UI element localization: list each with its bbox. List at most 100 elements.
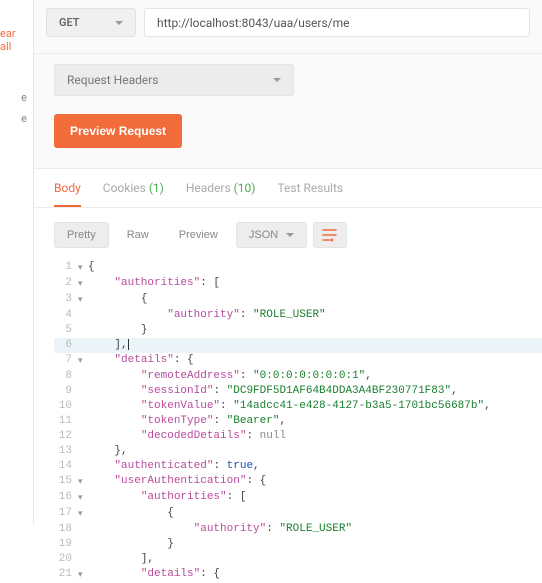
code-text: { bbox=[88, 292, 147, 308]
code-line[interactable]: 19 } bbox=[54, 537, 542, 552]
code-line[interactable]: 12 "decodedDetails": null bbox=[54, 429, 542, 444]
code-line[interactable]: 3▾ { bbox=[54, 292, 542, 308]
fold-arrow-icon bbox=[78, 414, 88, 429]
code-text: "authorities": [ bbox=[88, 276, 220, 292]
fold-arrow-icon[interactable]: ▾ bbox=[78, 353, 88, 369]
code-text: "userAuthentication": { bbox=[88, 474, 266, 490]
line-number: 14 bbox=[54, 459, 78, 474]
fold-arrow-icon bbox=[78, 522, 88, 537]
fold-arrow-icon bbox=[78, 369, 88, 384]
tab-cookies-label: Cookies bbox=[103, 181, 146, 195]
code-line[interactable]: 11 "tokenType": "Bearer", bbox=[54, 414, 542, 429]
code-line[interactable]: 20 ], bbox=[54, 552, 542, 567]
fold-arrow-icon[interactable]: ▾ bbox=[78, 292, 88, 308]
code-text: "details": { bbox=[88, 567, 220, 583]
code-text: "details": { bbox=[88, 353, 194, 369]
code-line[interactable]: 7▾ "details": { bbox=[54, 353, 542, 369]
url-input[interactable]: http://localhost:8043/uaa/users/me bbox=[144, 8, 530, 37]
fold-arrow-icon[interactable]: ▾ bbox=[78, 276, 88, 292]
code-line[interactable]: 21▾ "details": { bbox=[54, 567, 542, 583]
raw-button[interactable]: Raw bbox=[115, 223, 161, 247]
pretty-button[interactable]: Pretty bbox=[54, 222, 109, 248]
code-line[interactable]: 15▾ "userAuthentication": { bbox=[54, 474, 542, 490]
fold-arrow-icon bbox=[78, 384, 88, 399]
left-sidebar-fragment: ear all e e bbox=[0, 0, 34, 525]
code-line[interactable]: 1▾{ bbox=[54, 260, 542, 276]
sidebar-fragment-2: e bbox=[21, 112, 27, 125]
code-text: ], bbox=[88, 552, 154, 567]
code-line[interactable]: 10 "tokenValue": "14adcc41-e428-4127-b3a… bbox=[54, 399, 542, 414]
fold-arrow-icon bbox=[78, 537, 88, 552]
tab-headers[interactable]: Headers (10) bbox=[186, 181, 256, 207]
code-line[interactable]: 17▾ { bbox=[54, 506, 542, 522]
fold-arrow-icon bbox=[78, 459, 88, 474]
code-text: { bbox=[88, 506, 174, 522]
request-bar: GET http://localhost:8043/uaa/users/me bbox=[34, 0, 542, 54]
http-method-select[interactable]: GET bbox=[46, 8, 136, 37]
clear-all-link[interactable]: ear all bbox=[0, 27, 29, 53]
fold-arrow-icon bbox=[78, 429, 88, 444]
wrap-icon bbox=[322, 228, 338, 242]
preview-request-button[interactable]: Preview Request bbox=[54, 114, 182, 148]
line-number: 2 bbox=[54, 276, 78, 292]
code-text: }, bbox=[88, 444, 128, 459]
line-number: 20 bbox=[54, 552, 78, 567]
tab-cookies[interactable]: Cookies (1) bbox=[103, 181, 164, 207]
fold-arrow-icon bbox=[78, 399, 88, 414]
request-headers-label: Request Headers bbox=[67, 73, 159, 87]
line-number: 21 bbox=[54, 567, 78, 583]
line-number: 15 bbox=[54, 474, 78, 490]
tab-test-results[interactable]: Test Results bbox=[277, 181, 343, 207]
fold-arrow-icon[interactable]: ▾ bbox=[78, 490, 88, 506]
code-line[interactable]: 5 } bbox=[54, 323, 542, 338]
preview-mode-button[interactable]: Preview bbox=[167, 223, 230, 247]
http-method-label: GET bbox=[59, 16, 80, 29]
line-number: 13 bbox=[54, 444, 78, 459]
code-line[interactable]: 4 "authority": "ROLE_USER" bbox=[54, 308, 542, 323]
code-line[interactable]: 18 "authority": "ROLE_USER" bbox=[54, 522, 542, 537]
request-headers-select[interactable]: Request Headers bbox=[54, 64, 294, 96]
line-number: 11 bbox=[54, 414, 78, 429]
fold-arrow-icon bbox=[78, 338, 88, 353]
code-text: "sessionId": "DC9FDF5D1AF64B4DDA3A4BF230… bbox=[88, 384, 458, 399]
headers-count: (10) bbox=[234, 181, 256, 195]
code-text: "decodedDetails": null bbox=[88, 429, 286, 444]
fold-arrow-icon[interactable]: ▾ bbox=[78, 506, 88, 522]
code-text: "tokenValue": "14adcc41-e428-4127-b3a5-1… bbox=[88, 399, 491, 414]
line-number: 17 bbox=[54, 506, 78, 522]
code-line[interactable]: 8 "remoteAddress": "0:0:0:0:0:0:0:1", bbox=[54, 369, 542, 384]
code-line[interactable]: 14 "authenticated": true, bbox=[54, 459, 542, 474]
fold-arrow-icon bbox=[78, 308, 88, 323]
format-select[interactable]: JSON bbox=[236, 222, 307, 248]
chevron-down-icon bbox=[286, 233, 294, 237]
wrap-lines-button[interactable] bbox=[313, 222, 347, 248]
code-text: "authority": "ROLE_USER" bbox=[88, 522, 352, 537]
fold-arrow-icon[interactable]: ▾ bbox=[78, 260, 88, 276]
line-number: 8 bbox=[54, 369, 78, 384]
fold-arrow-icon bbox=[78, 444, 88, 459]
cookies-count: (1) bbox=[149, 181, 164, 195]
fold-arrow-icon[interactable]: ▾ bbox=[78, 567, 88, 583]
code-line[interactable]: 6 ], bbox=[54, 338, 542, 353]
line-number: 19 bbox=[54, 537, 78, 552]
code-line[interactable]: 9 "sessionId": "DC9FDF5D1AF64B4DDA3A4BF2… bbox=[54, 384, 542, 399]
line-number: 5 bbox=[54, 323, 78, 338]
tab-body[interactable]: Body bbox=[54, 181, 81, 207]
code-text: { bbox=[88, 260, 95, 276]
response-body-code[interactable]: 1▾{2▾ "authorities": [3▾ {4 "authority":… bbox=[34, 260, 542, 583]
chevron-down-icon bbox=[115, 21, 123, 25]
tab-headers-label: Headers bbox=[186, 181, 231, 195]
line-number: 10 bbox=[54, 399, 78, 414]
code-line[interactable]: 16▾ "authorities": [ bbox=[54, 490, 542, 506]
line-number: 4 bbox=[54, 308, 78, 323]
line-number: 7 bbox=[54, 353, 78, 369]
display-controls: Pretty Raw Preview JSON bbox=[34, 208, 542, 260]
code-text: } bbox=[88, 537, 174, 552]
fold-arrow-icon[interactable]: ▾ bbox=[78, 474, 88, 490]
format-label: JSON bbox=[249, 229, 278, 241]
code-text: "authorities": [ bbox=[88, 490, 246, 506]
code-line[interactable]: 13 }, bbox=[54, 444, 542, 459]
code-line[interactable]: 2▾ "authorities": [ bbox=[54, 276, 542, 292]
line-number: 3 bbox=[54, 292, 78, 308]
line-number: 1 bbox=[54, 260, 78, 276]
